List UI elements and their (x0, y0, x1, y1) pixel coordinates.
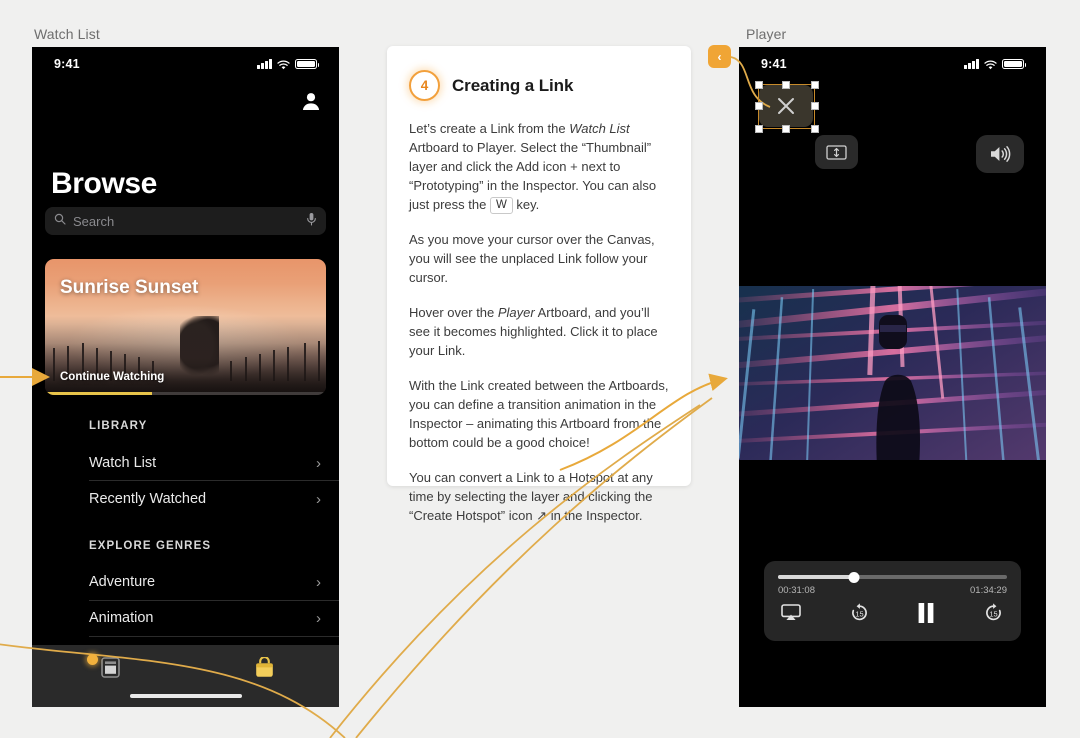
hero-title: Sunrise Sunset (60, 277, 199, 298)
tab-bar (32, 645, 339, 707)
text-run: Let’s create a Link from the (409, 121, 570, 136)
time-readout: 00:31:08 01:34:29 (778, 585, 1007, 596)
pause-button[interactable] (917, 602, 935, 623)
list-item-adventure[interactable]: Adventure › (89, 564, 339, 600)
list-item-label: Adventure (89, 574, 156, 590)
section-heading-explore-genres: EXPLORE GENRES (89, 540, 212, 552)
chevron-right-icon: › (316, 573, 321, 591)
artboard-label-watchlist: Watch List (34, 26, 100, 42)
artboard-label-player: Player (746, 26, 787, 42)
avatar[interactable] (301, 91, 321, 111)
wifi-icon (277, 59, 290, 70)
card-paragraph: Let’s create a Link from the Watch List … (409, 119, 669, 214)
chevron-right-icon: › (316, 609, 321, 627)
battery-icon (1002, 58, 1027, 70)
card-paragraph: You can convert a Link to a Hotspot at a… (409, 468, 669, 525)
page-title: Browse (51, 167, 157, 200)
status-time: 9:41 (54, 57, 80, 71)
create-hotspot-icon: ↗ (536, 508, 548, 523)
microphone-icon[interactable] (306, 212, 317, 231)
cellular-bars-icon (257, 59, 272, 69)
chevron-right-icon: › (316, 454, 321, 472)
step-number-badge: 4 (409, 70, 440, 101)
status-bar: 9:41 (32, 47, 339, 81)
continue-watching-card[interactable]: Sunrise Sunset Continue Watching (45, 259, 326, 395)
text-run: As you move your cursor over the Canvas,… (409, 232, 655, 285)
search-icon (54, 212, 66, 230)
svg-text:15: 15 (989, 610, 997, 619)
card-body: Let’s create a Link from the Watch List … (409, 119, 669, 525)
artboard-player[interactable]: 9:41 00:31:08 01:34:29 15 15 (739, 47, 1046, 707)
close-button[interactable] (759, 85, 813, 127)
artboard-watch-list[interactable]: 9:41 Browse Search Sunrise Sunset Contin… (32, 47, 339, 707)
list-item-label: Watch List (89, 455, 157, 471)
elapsed-time: 00:31:08 (778, 585, 815, 596)
card-paragraph: Hover over the Player Artboard, and you’… (409, 303, 669, 360)
thumbnail-icon[interactable] (101, 657, 120, 683)
rewind-15-button[interactable]: 15 (849, 602, 870, 623)
card-title: Creating a Link (452, 75, 574, 95)
list-item-recently-watched[interactable]: Recently Watched › (89, 481, 339, 517)
list-item-watch-list[interactable]: Watch List › (89, 445, 339, 481)
seek-handle[interactable] (848, 571, 860, 583)
text-run: Hover over the (409, 305, 498, 320)
list-item-label: Recently Watched (89, 491, 207, 507)
list-item-animation[interactable]: Animation › (89, 600, 339, 636)
svg-text:15: 15 (855, 610, 863, 619)
keyboard-key: W (489, 197, 513, 214)
tutorial-card: 4 Creating a Link Let’s create a Link fr… (387, 46, 691, 523)
chevron-right-icon: › (316, 490, 321, 508)
hero-progress-bar (45, 392, 326, 395)
text-run: key. (512, 197, 540, 212)
home-indicator (129, 694, 242, 698)
player-controls: 00:31:08 01:34:29 15 15 (764, 561, 1021, 641)
wifi-icon (984, 59, 997, 70)
volume-button[interactable] (976, 135, 1024, 173)
video-thumbnail[interactable] (739, 279, 1046, 467)
section-heading-library: LIBRARY (89, 420, 148, 432)
hero-subtitle: Continue Watching (60, 371, 165, 383)
emphasis-text: Watch List (569, 121, 630, 136)
emphasis-text: Player (497, 305, 535, 320)
cellular-bars-icon (964, 59, 979, 69)
card-paragraph: As you move your cursor over the Canvas,… (409, 230, 669, 287)
text-run: With the Link created between the Artboa… (409, 378, 669, 450)
back-link-badge[interactable]: ‹ (708, 45, 731, 68)
search-input[interactable]: Search (45, 207, 326, 235)
chevron-left-icon: ‹ (717, 49, 722, 64)
prototype-canvas: Watch List 9:41 Browse Search Sunrise Su… (0, 0, 1080, 738)
fit-screen-button[interactable] (815, 135, 858, 169)
card-paragraph: With the Link created between the Artboa… (409, 376, 669, 452)
seek-bar[interactable] (778, 571, 1007, 583)
hero-gradient-overlay (45, 316, 326, 395)
card-header: 4 Creating a Link (409, 70, 669, 101)
forward-15-button[interactable]: 15 (983, 602, 1004, 623)
add-icon: + (570, 159, 578, 174)
airplay-button[interactable] (781, 604, 801, 621)
search-placeholder: Search (73, 213, 115, 229)
battery-icon (295, 58, 320, 70)
status-time: 9:41 (761, 57, 787, 71)
list-item-label: Animation (89, 610, 154, 626)
text-run: in the Inspector. (547, 508, 643, 523)
total-time: 01:34:29 (970, 585, 1007, 596)
status-bar: 9:41 (739, 47, 1046, 81)
bag-icon[interactable] (254, 656, 275, 684)
